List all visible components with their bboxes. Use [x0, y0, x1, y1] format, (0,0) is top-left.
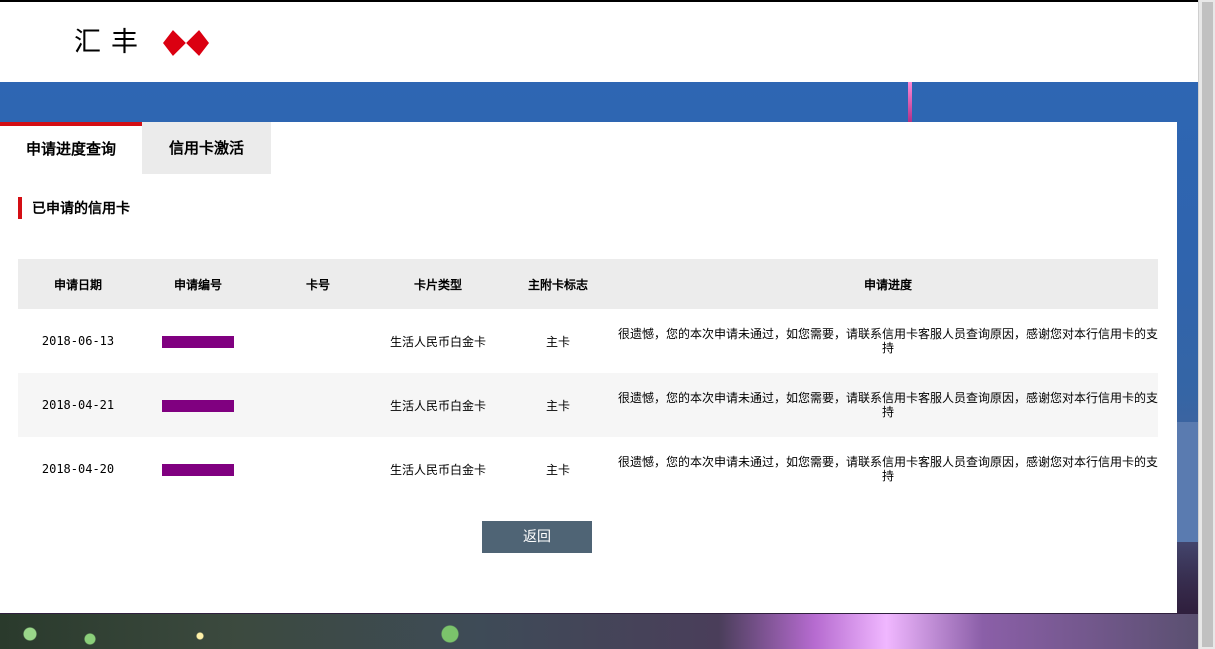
section-heading: 已申请的信用卡 — [18, 197, 130, 219]
cell-card-number — [258, 437, 378, 501]
table-row: 2018-04-21 生活人民币白金卡 主卡 很遗憾，您的本次申请未通过，如您需… — [18, 373, 1158, 437]
building — [1177, 422, 1198, 542]
cell-card-number — [258, 373, 378, 437]
hsbc-hexagon-icon — [163, 30, 209, 56]
scrollbar-thumb[interactable] — [1202, 2, 1213, 647]
cell-progress: 很遗憾，您的本次申请未通过，如您需要，请联系信用卡客服人员查询原因，感谢您对本行… — [618, 327, 1159, 355]
section-accent-bar — [18, 197, 22, 219]
cell-card-flag: 主卡 — [498, 373, 618, 437]
redaction-block — [162, 399, 234, 412]
back-button[interactable]: 返回 — [482, 521, 592, 553]
content-panel: 申请进度查询 信用卡激活 已申请的信用卡 申请日期 申请编号 卡号 卡片类型 主… — [0, 122, 1177, 613]
column-header-date: 申请日期 — [18, 259, 138, 309]
cell-card-type: 生活人民币白金卡 — [378, 373, 498, 437]
cell-date: 2018-04-21 — [18, 373, 138, 437]
section-title: 已申请的信用卡 — [32, 201, 130, 217]
table-row: 2018-06-13 生活人民币白金卡 主卡 很遗憾，您的本次申请未通过，如您需… — [18, 309, 1158, 373]
site-header: 汇丰 — [0, 2, 1198, 82]
city-lights — [0, 614, 1198, 649]
tower-light — [908, 82, 912, 122]
cell-card-flag: 主卡 — [545, 462, 570, 477]
column-header-card-flag: 主附卡标志 — [498, 259, 618, 309]
cell-card-type: 生活人民币白金卡 — [389, 462, 486, 477]
cell-date: 2018-04-20 — [41, 462, 115, 476]
cell-app-number — [138, 309, 258, 373]
column-header-progress: 申请进度 — [618, 259, 1158, 309]
applications-table: 申请日期 申请编号 卡号 卡片类型 主附卡标志 申请进度 2018-06-13 … — [18, 259, 1158, 501]
cell-progress: 很遗憾，您的本次申请未通过，如您需要，请联系信用卡客服人员查询原因，感谢您对本行… — [618, 373, 1158, 437]
cell-app-number — [138, 373, 258, 437]
cell-card-number — [258, 309, 378, 373]
cell-app-number — [138, 437, 258, 501]
cell-card-flag: 主卡 — [545, 334, 570, 349]
redaction-block — [162, 463, 234, 476]
redaction-block — [162, 335, 234, 348]
brand-logo-text: 汇丰 — [74, 27, 148, 58]
table-row: 2018-04-20 生活人民币白金卡 主卡 很遗憾，您的本次申请未通过，如您需… — [18, 437, 1158, 501]
cell-progress: 很遗憾，您的本次申请未通过，如您需要，请联系信用卡客服人员查询原因，感谢您对本行… — [618, 455, 1159, 483]
cell-date: 2018-06-13 — [41, 334, 115, 348]
table-header-row: 申请日期 申请编号 卡号 卡片类型 主附卡标志 申请进度 — [18, 259, 1158, 309]
column-header-card-type: 卡片类型 — [378, 259, 498, 309]
tab-application-progress[interactable]: 申请进度查询 — [0, 122, 142, 174]
cell-card-type: 生活人民币白金卡 — [389, 334, 486, 349]
tab-card-activation[interactable]: 信用卡激活 — [142, 122, 271, 174]
column-header-app-number: 申请编号 — [138, 259, 258, 309]
vertical-scrollbar[interactable] — [1198, 0, 1215, 649]
column-header-card-number: 卡号 — [258, 259, 378, 309]
